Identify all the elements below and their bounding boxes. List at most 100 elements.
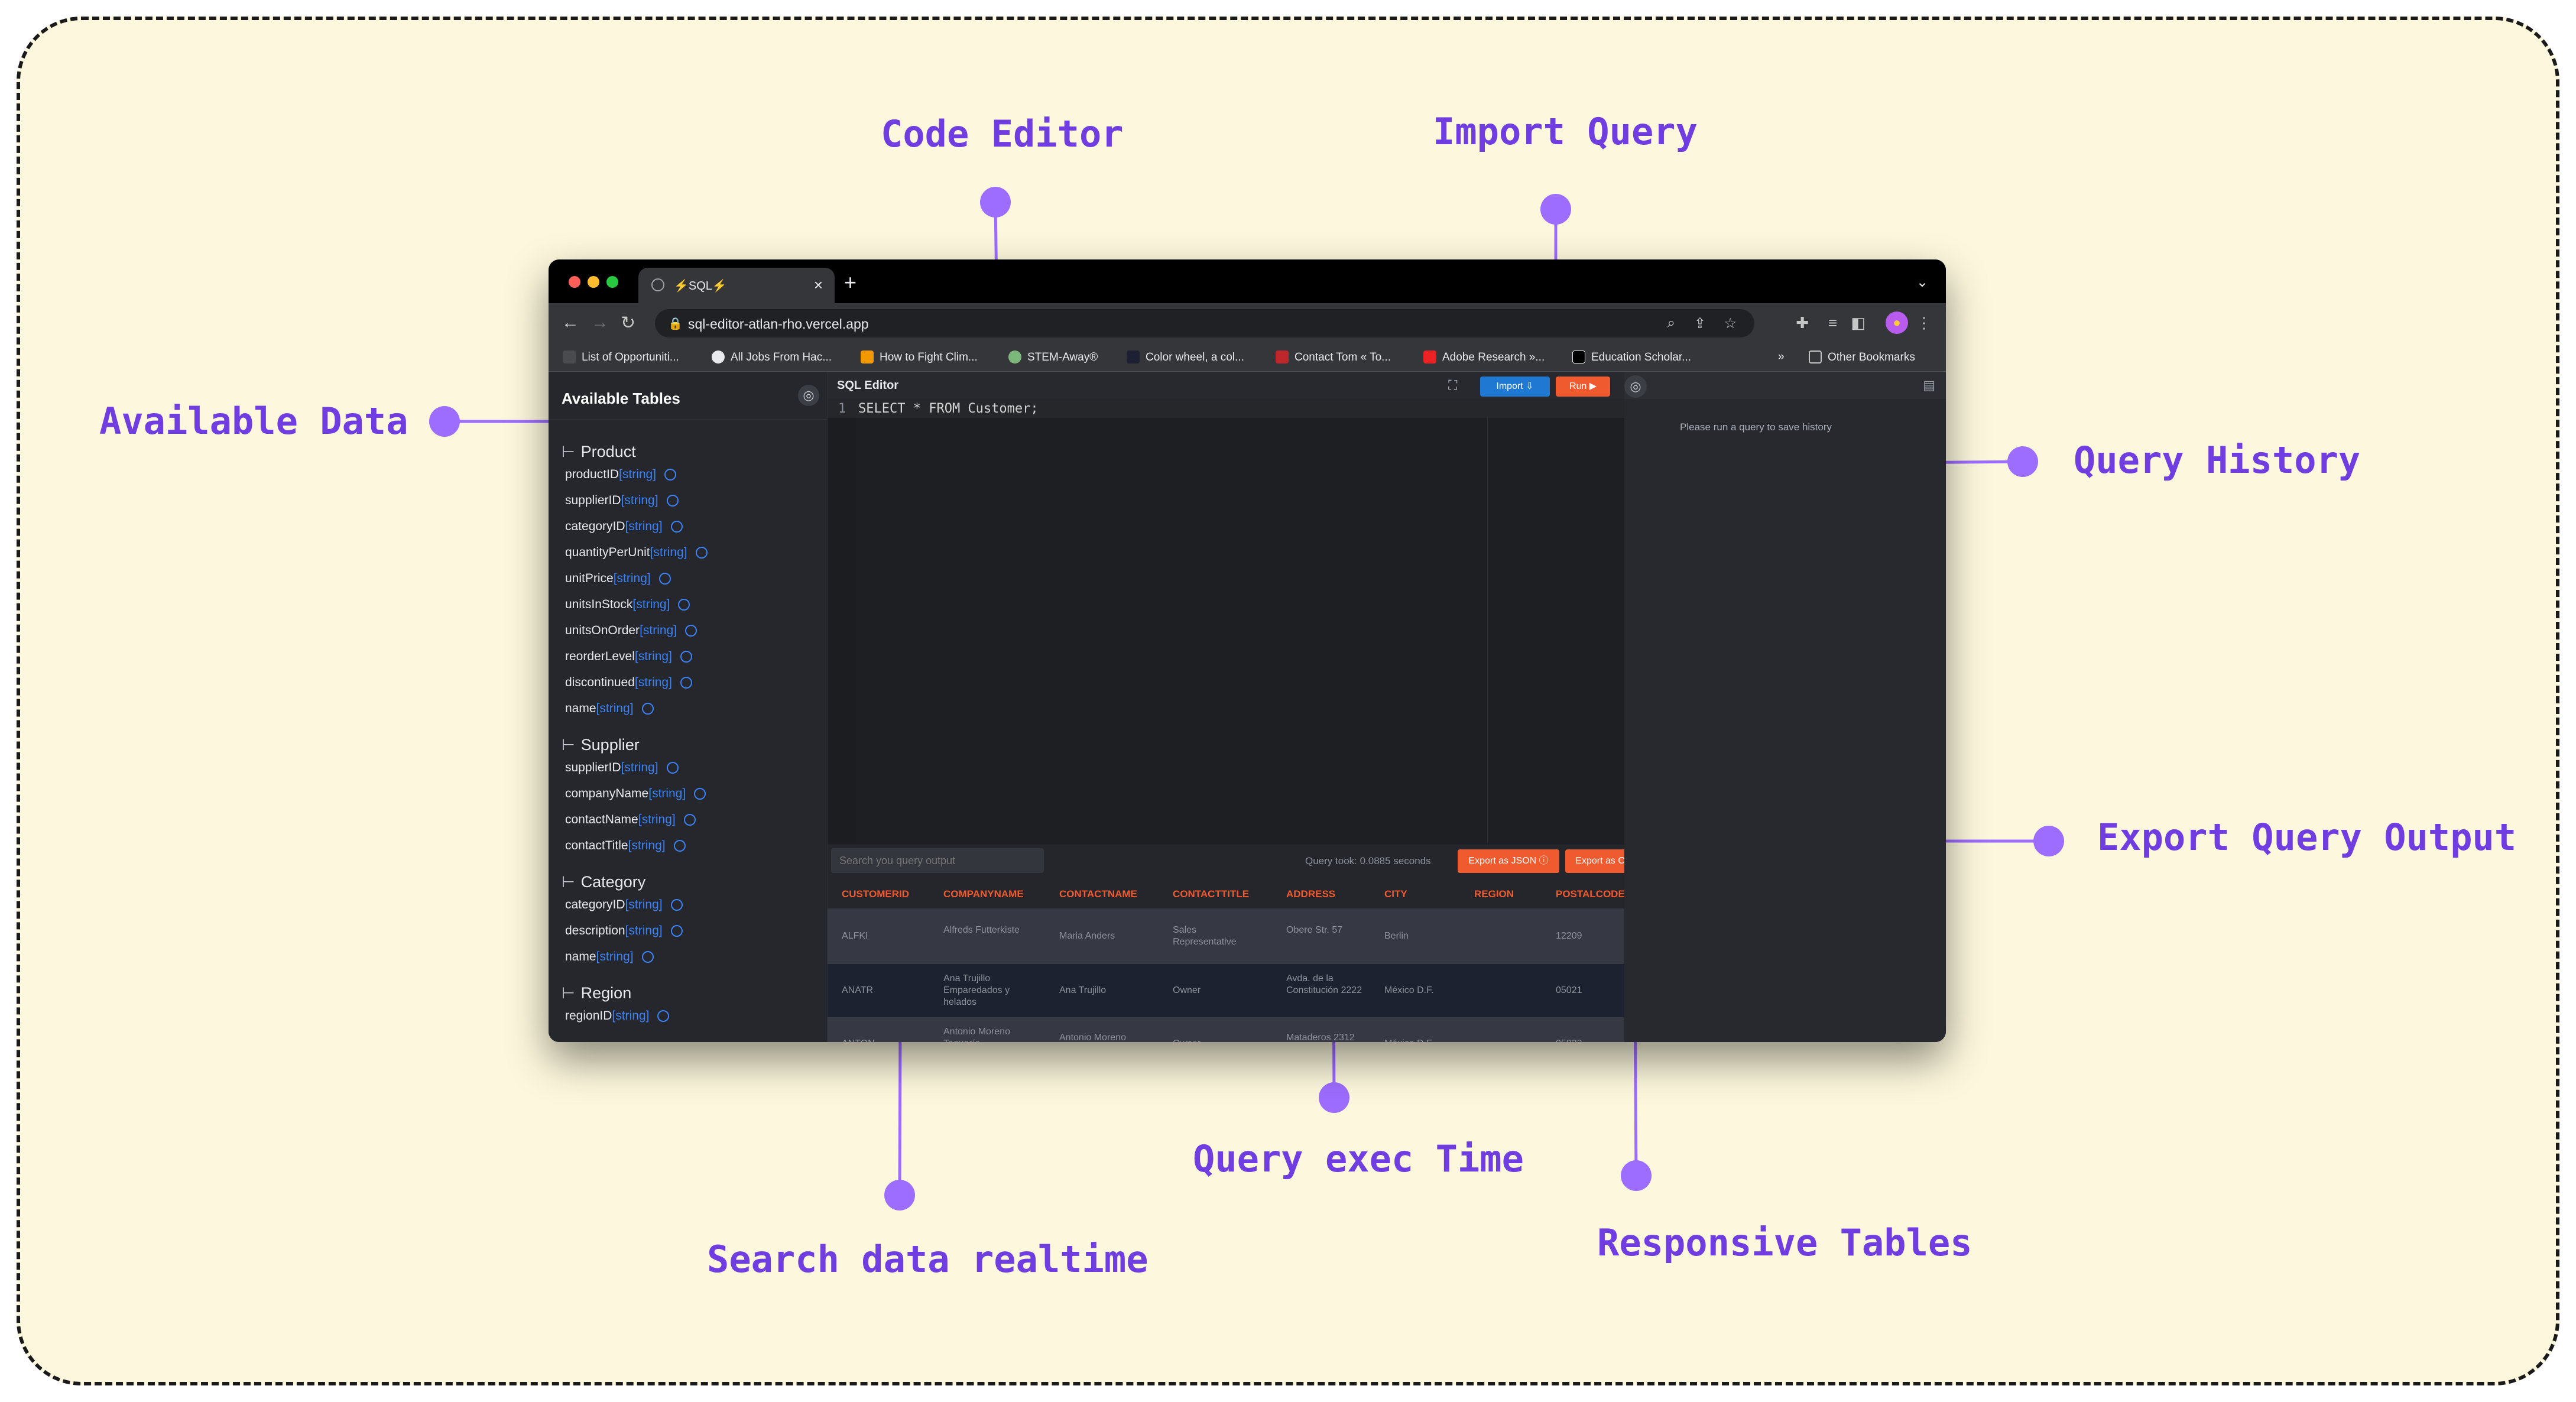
copy-field-icon[interactable] [666,495,679,507]
table-heading[interactable]: ⊢ Product [562,443,636,461]
table-heading[interactable]: ⊢ Supplier [562,736,640,754]
copy-field-icon[interactable] [641,951,654,963]
history-clear-icon[interactable]: ▤ [1923,378,1935,393]
maximize-window-button[interactable] [606,276,618,288]
sidebar-toggle-icon[interactable]: ◎ [798,385,819,406]
code-line[interactable]: 1 SELECT * FROM Customer; [828,399,1624,418]
table-cell: 05023 [1556,1038,1624,1042]
column-header[interactable]: CONTACTTITLE [1173,888,1249,900]
export-json-button[interactable]: Export as JSON ⓘ [1458,849,1559,873]
bookmark-item[interactable]: Education Scholar... [1572,350,1691,364]
schema-icon: ⊢ [562,736,575,754]
toolbar: ← → ↻ 🔒 sql-editor-atlan-rho.vercel.app … [549,303,1946,342]
history-empty-message: Please run a query to save history [1680,421,1832,433]
fullscreen-icon[interactable]: ⛶ [1448,378,1457,393]
copy-field-icon[interactable] [678,599,690,611]
reading-list-icon[interactable]: ≡ [1828,314,1837,332]
bookmark-item[interactable]: All Jobs From Hac... [712,350,832,364]
field-item[interactable]: categoryID[string] [565,898,683,912]
copy-field-icon[interactable] [658,573,671,585]
share-icon[interactable]: ⇪ [1694,315,1706,332]
field-item[interactable]: quantityPerUnit[string] [565,546,708,560]
field-item[interactable]: companyName[string] [565,787,706,801]
zoom-icon[interactable]: ⌕ [1667,315,1675,332]
menu-kebab-icon[interactable]: ⋮ [1916,314,1932,332]
copy-field-icon[interactable] [680,677,692,689]
table-row[interactable]: ANTON Antonio Moreno Taquería Antonio More… [828,1017,1624,1042]
close-window-button[interactable] [569,276,580,288]
field-name: unitsOnOrder [565,624,640,637]
bookmark-item[interactable]: List of Opportuniti... [563,350,679,364]
column-header[interactable]: CITY [1384,888,1407,900]
minimize-window-button[interactable] [588,276,599,288]
field-item[interactable]: productID[string] [565,468,677,482]
copy-field-icon[interactable] [670,925,683,937]
field-item[interactable]: supplierID[string] [565,494,679,508]
browser-tab[interactable]: ⚡SQL⚡ × [638,268,835,303]
tab-search-chevron-icon[interactable]: ⌄ [1916,274,1928,291]
field-item[interactable]: name[string] [565,950,654,964]
column-header[interactable]: POSTALCODE [1556,888,1624,900]
copy-field-icon[interactable] [664,469,677,481]
column-header[interactable]: ADDRESS [1286,888,1335,900]
column-header[interactable]: COMPANYNAME [943,888,1024,900]
callout-available-data: Available Data [99,400,408,443]
bookmark-item[interactable]: Adobe Research »... [1423,350,1545,364]
copy-field-icon[interactable] [670,899,683,911]
new-tab-button[interactable]: + [844,270,856,295]
table-heading[interactable]: ⊢ Region [562,984,631,1002]
editor-header: SQL Editor ⛶ Import ⇩ Run ▶ [828,372,1624,399]
bookmark-star-icon[interactable]: ☆ [1724,315,1737,332]
field-item[interactable]: unitsInStock[string] [565,598,690,612]
bookmark-item[interactable]: Color wheel, a col... [1127,350,1244,364]
extensions-icon[interactable]: ✚ [1796,314,1809,332]
side-panel-icon[interactable]: ◧ [1851,314,1866,332]
run-button[interactable]: Run ▶ [1556,377,1610,397]
copy-field-icon[interactable] [680,651,692,663]
field-item[interactable]: reorderLevel[string] [565,650,692,664]
bookmark-item[interactable]: Contact Tom « To... [1276,350,1391,364]
copy-field-icon[interactable] [683,814,696,826]
bookmark-item[interactable]: How to Fight Clim... [861,350,978,364]
code-text[interactable]: SELECT * FROM Customer; [858,401,1039,416]
field-item[interactable]: unitsOnOrder[string] [565,624,697,638]
copy-field-icon[interactable] [673,840,686,852]
field-item[interactable]: categoryID[string] [565,520,683,534]
history-toggle-icon[interactable]: ◎ [1624,375,1647,398]
field-item[interactable]: discontinued[string] [565,676,692,690]
table-row[interactable]: ALFKI Alfreds Futterkiste Maria Anders Sale… [828,908,1624,964]
profile-avatar[interactable]: ● [1886,311,1908,334]
copy-field-icon[interactable] [685,625,697,637]
copy-field-icon[interactable] [695,547,708,559]
address-bar[interactable]: 🔒 sql-editor-atlan-rho.vercel.app ⌕ ⇪ ☆ [655,309,1754,337]
search-output-input[interactable] [831,848,1044,873]
table-heading[interactable]: ⊢ Category [562,873,645,891]
close-tab-icon[interactable]: × [814,276,823,294]
field-item[interactable]: unitPrice[string] [565,572,671,586]
reload-icon[interactable]: ↻ [621,313,635,333]
copy-field-icon[interactable] [641,703,654,715]
field-item[interactable]: name[string] [565,702,654,716]
table-cell: México D.F. [1384,985,1434,995]
column-header[interactable]: CONTACTNAME [1059,888,1137,900]
copy-field-icon[interactable] [657,1010,670,1022]
bookmarks-more[interactable]: » [1778,350,1785,364]
field-name: unitPrice [565,572,614,585]
column-header[interactable]: REGION [1474,888,1514,900]
copy-field-icon[interactable] [694,788,706,800]
back-icon[interactable]: ← [562,313,579,333]
field-item[interactable]: supplierID[string] [565,761,679,775]
column-header[interactable]: CUSTOMERID [842,888,909,900]
field-item[interactable]: contactTitle[string] [565,839,686,853]
copy-field-icon[interactable] [670,521,683,533]
table-cell: Owner [1173,1038,1261,1042]
field-item[interactable]: description[string] [565,924,683,938]
table-row[interactable]: ANATR Ana Trujillo Emparedados y helados A… [828,964,1624,1017]
bookmark-item[interactable]: STEM-Away® [1008,350,1098,364]
other-bookmarks[interactable]: Other Bookmarks [1809,350,1915,364]
import-button[interactable]: Import ⇩ [1480,377,1550,397]
copy-field-icon[interactable] [666,762,679,774]
field-item[interactable]: regionID[string] [565,1009,670,1023]
field-item[interactable]: contactName[string] [565,813,696,827]
forward-icon[interactable]: → [591,313,609,333]
